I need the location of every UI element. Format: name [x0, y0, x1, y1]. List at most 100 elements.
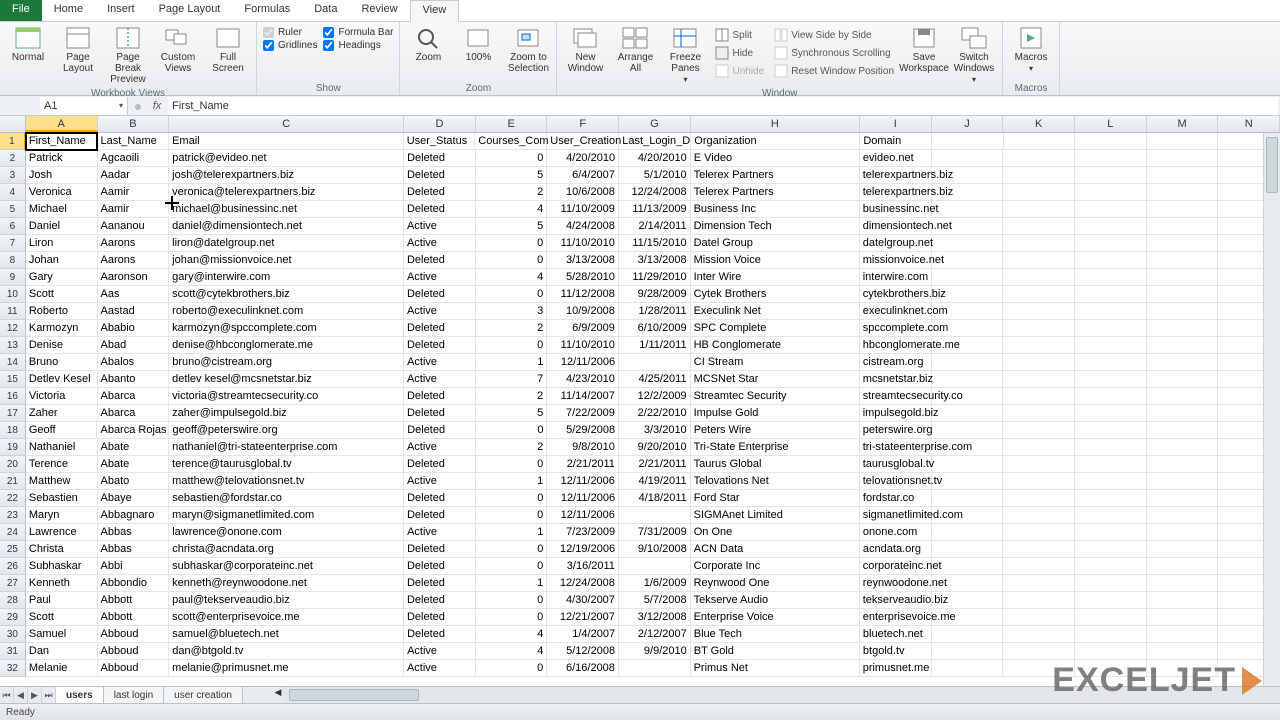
cell[interactable]: paul@tekserveaudio.biz	[169, 592, 404, 609]
row-header[interactable]: 14	[0, 354, 26, 371]
cell[interactable]: 3/13/2008	[547, 252, 619, 269]
cell[interactable]	[1147, 286, 1219, 303]
col-header-A[interactable]: A	[26, 116, 98, 132]
cell[interactable]: Lawrence	[26, 524, 98, 541]
cell[interactable]	[1003, 320, 1075, 337]
cell[interactable]	[1075, 252, 1147, 269]
cell[interactable]	[1075, 337, 1147, 354]
cell[interactable]: 9/8/2010	[547, 439, 619, 456]
cell[interactable]	[1075, 184, 1147, 201]
cell[interactable]: patrick@evideo.net	[169, 150, 404, 167]
cell[interactable]	[1147, 541, 1219, 558]
cell[interactable]: 1/4/2007	[547, 626, 619, 643]
cell[interactable]: Corporate Inc	[691, 558, 860, 575]
cell[interactable]: Abbas	[98, 541, 170, 558]
cell[interactable]: 11/14/2007	[547, 388, 619, 405]
hide-button[interactable]: Hide	[713, 45, 766, 61]
cell[interactable]: christa@acndata.org	[169, 541, 404, 558]
cell[interactable]	[1003, 167, 1075, 184]
cell[interactable]: 4/18/2011	[619, 490, 691, 507]
new-window-button[interactable]: New Window	[561, 24, 609, 76]
cell[interactable]: denise@hbconglomerate.me	[169, 337, 404, 354]
cell[interactable]: Active	[404, 473, 476, 490]
cell[interactable]	[1075, 592, 1147, 609]
cell[interactable]: Deleted	[404, 609, 476, 626]
cell[interactable]: Abbondio	[98, 575, 170, 592]
cell[interactable]	[1075, 575, 1147, 592]
row-header[interactable]: 3	[0, 167, 26, 184]
cell[interactable]: 5	[476, 167, 548, 184]
cell[interactable]: Abbagnaro	[98, 507, 170, 524]
cell[interactable]	[1075, 354, 1147, 371]
cell[interactable]: Organization	[691, 133, 860, 150]
cell[interactable]: 0	[476, 456, 548, 473]
cell[interactable]: 2	[476, 320, 548, 337]
col-header-C[interactable]: C	[169, 116, 404, 132]
cell[interactable]: 9/20/2010	[619, 439, 691, 456]
cell[interactable]	[1003, 337, 1075, 354]
cell[interactable]	[1075, 218, 1147, 235]
cell[interactable]: Ford Star	[691, 490, 860, 507]
cell[interactable]	[1147, 456, 1219, 473]
cell[interactable]: 0	[476, 541, 548, 558]
cell[interactable]: 2/21/2011	[619, 456, 691, 473]
cell[interactable]: samuel@bluetech.net	[169, 626, 404, 643]
cell[interactable]: Deleted	[404, 201, 476, 218]
cell[interactable]	[932, 269, 1004, 286]
cell[interactable]: Execulink Net	[691, 303, 860, 320]
cell[interactable]	[932, 150, 1004, 167]
cell[interactable]: Mission Voice	[691, 252, 860, 269]
cell[interactable]: Abanto	[98, 371, 170, 388]
cell[interactable]	[1147, 235, 1219, 252]
formula-bar-checkbox[interactable]: Formula Bar	[323, 27, 393, 38]
cell[interactable]	[1147, 252, 1219, 269]
cell[interactable]: Dimension Tech	[691, 218, 860, 235]
cell[interactable]: Abaye	[98, 490, 170, 507]
cell[interactable]: Terence	[26, 456, 98, 473]
cell[interactable]: 1/28/2011	[619, 303, 691, 320]
cell[interactable]: Tekserve Audio	[691, 592, 860, 609]
cell[interactable]: Subhaskar	[26, 558, 98, 575]
cell[interactable]: karmozyn@spccomplete.com	[169, 320, 404, 337]
cell[interactable]: Inter Wire	[691, 269, 860, 286]
arrange-all-button[interactable]: Arrange All	[611, 24, 659, 76]
cell[interactable]: First_Name	[26, 133, 98, 150]
cell[interactable]: Abarca	[98, 388, 170, 405]
cell[interactable]: 11/15/2010	[619, 235, 691, 252]
cell[interactable]: businessinc.net	[860, 201, 932, 218]
cell[interactable]	[1075, 456, 1147, 473]
cell[interactable]: Melanie	[26, 660, 98, 677]
page-layout-button[interactable]: Page Layout	[54, 24, 102, 76]
cell[interactable]	[932, 473, 1004, 490]
cell[interactable]	[1003, 303, 1075, 320]
cell[interactable]: Tri-State Enterprise	[691, 439, 860, 456]
cell[interactable]: 4	[476, 269, 548, 286]
row-header[interactable]: 9	[0, 269, 26, 286]
cell[interactable]: Maryn	[26, 507, 98, 524]
cell[interactable]	[1003, 507, 1075, 524]
cell[interactable]: Active	[404, 660, 476, 677]
cell[interactable]	[1003, 354, 1075, 371]
cell[interactable]	[1147, 473, 1219, 490]
zoom-button[interactable]: Zoom	[404, 24, 452, 65]
cell[interactable]: Reynwood One	[691, 575, 860, 592]
cell[interactable]	[1075, 303, 1147, 320]
cell[interactable]	[1075, 269, 1147, 286]
cell[interactable]	[1075, 643, 1147, 660]
cell[interactable]	[932, 490, 1004, 507]
sheet-tab-last-login[interactable]: last login	[104, 687, 164, 703]
cell[interactable]: Abad	[98, 337, 170, 354]
cell[interactable]: Matthew	[26, 473, 98, 490]
vertical-scrollbar[interactable]	[1263, 133, 1280, 686]
cell[interactable]: interwire.com	[860, 269, 932, 286]
cell[interactable]	[1075, 439, 1147, 456]
cell[interactable]: HB Conglomerate	[691, 337, 860, 354]
row-header[interactable]: 27	[0, 575, 26, 592]
cell[interactable]: 11/10/2010	[547, 337, 619, 354]
cell[interactable]: SPC Complete	[691, 320, 860, 337]
cell[interactable]: 2/12/2007	[619, 626, 691, 643]
cell[interactable]: 2	[476, 388, 548, 405]
cell[interactable]: 11/10/2010	[547, 235, 619, 252]
cell[interactable]	[932, 371, 1004, 388]
cell[interactable]: 4	[476, 201, 548, 218]
